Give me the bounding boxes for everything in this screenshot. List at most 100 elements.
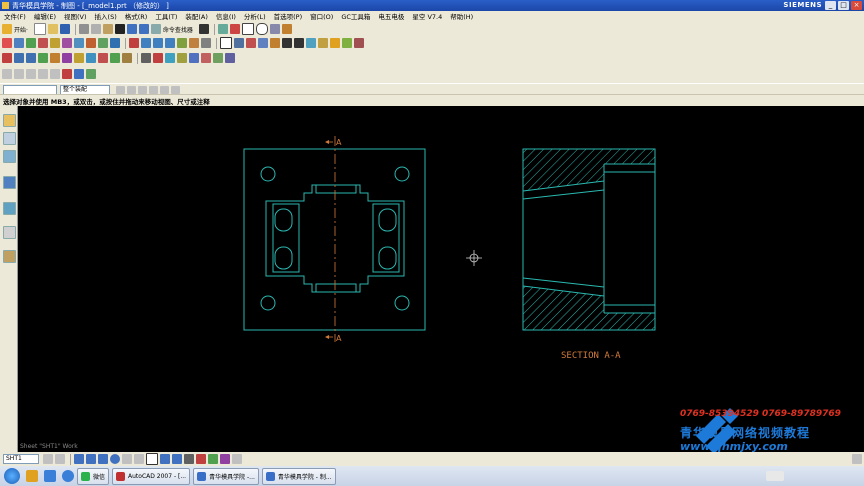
measure-icon[interactable] — [177, 53, 187, 63]
type-filter-combo[interactable] — [3, 84, 57, 95]
task-autocad[interactable]: AutoCAD 2007 - [... — [112, 467, 191, 485]
angular-dim-icon[interactable] — [177, 38, 187, 48]
detail-view-icon[interactable] — [38, 38, 48, 48]
delete-icon[interactable] — [114, 24, 125, 34]
diameter-dim-icon[interactable] — [201, 38, 211, 48]
edit-icon[interactable] — [141, 53, 151, 63]
menu-format[interactable]: 格式(R) — [121, 11, 152, 21]
fillet-icon[interactable] — [110, 53, 120, 63]
sketch-point-icon[interactable] — [184, 454, 194, 464]
selection-scope-combo[interactable]: 整个装配 — [60, 84, 110, 95]
projected-view-icon[interactable] — [26, 38, 36, 48]
sketch-chamfer-icon[interactable] — [134, 454, 144, 464]
new-file-icon[interactable] — [33, 23, 46, 35]
sketch-extend-icon[interactable] — [208, 454, 218, 464]
input-method-icon[interactable] — [766, 471, 784, 481]
sheet-combo[interactable]: SHT1 — [3, 454, 39, 464]
drawing-canvas[interactable]: A A SECTION A-A — [18, 106, 864, 452]
menu-view[interactable]: 视图(V) — [60, 11, 91, 21]
sketch-line-icon[interactable] — [86, 454, 96, 464]
radius-dim-icon[interactable] — [189, 38, 199, 48]
constraint-navigator-icon[interactable] — [3, 150, 16, 163]
line-icon[interactable] — [14, 53, 24, 63]
datum-icon[interactable] — [246, 38, 256, 48]
toolbar-dropdown-icon[interactable] — [281, 24, 292, 34]
balloon-icon[interactable] — [342, 38, 352, 48]
browser-task-icon[interactable] — [44, 470, 56, 482]
snap-end-icon[interactable] — [127, 85, 136, 94]
menu-assembly[interactable]: 装配(A) — [181, 11, 212, 21]
sketch-trim-icon[interactable] — [196, 454, 206, 464]
ellipse-icon[interactable] — [50, 53, 60, 63]
open-folder-icon[interactable] — [47, 24, 58, 34]
rotate-icon[interactable] — [38, 69, 48, 79]
snap-intersection-icon[interactable] — [171, 85, 180, 94]
menu-electrode[interactable]: 电五电极 — [374, 11, 408, 21]
start-orb-icon[interactable] — [4, 468, 20, 484]
menu-help[interactable]: 帮助(H) — [446, 11, 477, 21]
menu-tools[interactable]: 工具(T) — [151, 11, 181, 21]
revolved-section-icon[interactable] — [74, 38, 84, 48]
menu-window[interactable]: 窗口(O) — [306, 11, 337, 21]
menu-file[interactable]: 文件(F) — [0, 11, 30, 21]
surface-finish-icon[interactable] — [258, 38, 268, 48]
menu-edit[interactable]: 编辑(E) — [30, 11, 60, 21]
layer-icon[interactable] — [217, 24, 228, 34]
horizontal-dim-icon[interactable] — [141, 38, 151, 48]
menu-info[interactable]: 信息(I) — [212, 11, 240, 21]
profile-icon[interactable] — [74, 454, 84, 464]
roles-icon[interactable] — [3, 250, 16, 263]
sketch-polygon-icon[interactable] — [160, 454, 170, 464]
dimension-icon[interactable] — [129, 38, 139, 48]
section-view-icon[interactable] — [50, 38, 60, 48]
paste-icon[interactable] — [102, 24, 113, 34]
spline-icon[interactable] — [62, 53, 72, 63]
menu-gc-toolkit[interactable]: GC工具箱 — [337, 11, 374, 21]
start-icon[interactable] — [2, 24, 12, 34]
history-icon[interactable] — [3, 202, 16, 215]
sketch-arc-icon[interactable] — [98, 454, 108, 464]
system-materials-icon[interactable] — [3, 226, 16, 239]
width-icon[interactable] — [74, 69, 84, 79]
sketch-circle-icon[interactable] — [110, 454, 120, 464]
table-icon[interactable] — [318, 38, 328, 48]
offset-icon[interactable] — [74, 53, 84, 63]
menu-preferences[interactable]: 首选项(P) — [270, 11, 307, 21]
sketch-constraint-icon[interactable] — [220, 454, 230, 464]
section-view[interactable] — [522, 148, 656, 331]
explorer-icon[interactable] — [26, 470, 38, 482]
display-mode-icon[interactable] — [241, 23, 254, 35]
cut-icon[interactable] — [78, 24, 89, 34]
sketch-rectangle-icon[interactable] — [146, 453, 158, 465]
pan-icon[interactable] — [26, 69, 36, 79]
symbol-icon[interactable] — [354, 38, 364, 48]
base-view-icon[interactable] — [14, 38, 24, 48]
broken-view-icon[interactable] — [86, 38, 96, 48]
command-finder-button[interactable]: 命令查找器 — [163, 25, 193, 34]
task-nx-1[interactable]: 青华模具学院 -... — [193, 467, 259, 485]
fit-icon[interactable] — [2, 69, 12, 79]
point-icon[interactable] — [2, 53, 12, 63]
view-boundary-icon[interactable] — [110, 38, 120, 48]
new-sheet-icon[interactable] — [2, 38, 12, 48]
grid-icon[interactable] — [213, 53, 223, 63]
stop-icon[interactable] — [229, 24, 240, 34]
view-icon[interactable] — [269, 24, 280, 34]
snap-mid-icon[interactable] — [138, 85, 147, 94]
snap-icon[interactable] — [201, 53, 211, 63]
hide-icon[interactable] — [153, 53, 163, 63]
chamfer-icon[interactable] — [122, 53, 132, 63]
sketch-spline-icon[interactable] — [172, 454, 182, 464]
snap-point-icon[interactable] — [116, 85, 125, 94]
parallel-dim-icon[interactable] — [165, 38, 175, 48]
zoom-icon[interactable] — [14, 69, 24, 79]
vertical-dim-icon[interactable] — [153, 38, 163, 48]
update-view-icon[interactable] — [98, 38, 108, 48]
associate-icon[interactable] — [189, 53, 199, 63]
browser-icon[interactable] — [3, 176, 16, 189]
qq-browser-icon[interactable] — [62, 470, 74, 482]
hatch-icon[interactable] — [306, 38, 316, 48]
feature-control-icon[interactable] — [234, 38, 244, 48]
front-view[interactable] — [243, 148, 426, 331]
menu-xingkong[interactable]: 星空 V7.4 — [408, 11, 446, 21]
